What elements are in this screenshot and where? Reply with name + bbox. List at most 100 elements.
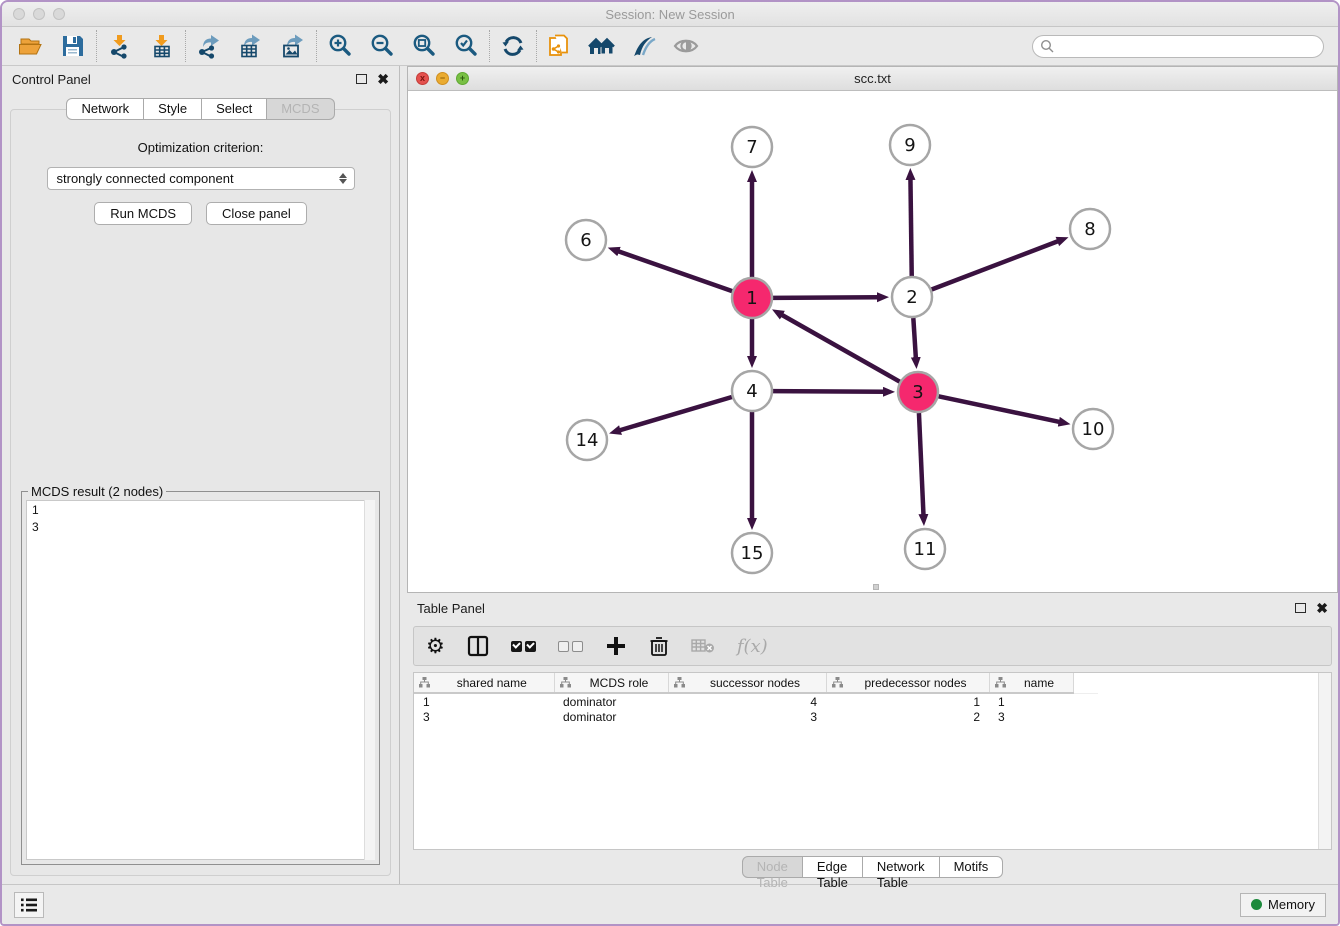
toolbar-separator: [185, 30, 186, 62]
network-close-button[interactable]: x: [416, 72, 429, 85]
export-table-icon[interactable]: [230, 30, 272, 62]
graph-edge-2-8[interactable]: [932, 241, 1060, 290]
cell-predecessor-nodes[interactable]: 1: [826, 693, 989, 709]
column-view-icon[interactable]: [467, 633, 489, 659]
task-history-button[interactable]: [14, 892, 44, 918]
list-icon: [20, 897, 38, 913]
network-canvas[interactable]: 7 9 6 8 1 2 4 3 14 10 15 11: [408, 91, 1337, 592]
mcds-panel: Optimization criterion: strongly connect…: [10, 109, 391, 876]
graph-node-11[interactable]: 11: [905, 529, 945, 569]
graph-node-9[interactable]: 9: [890, 125, 930, 165]
network-maximize-button[interactable]: +: [456, 72, 469, 85]
graph-node-4[interactable]: 4: [732, 371, 772, 411]
search-box[interactable]: [1032, 35, 1324, 58]
table-row[interactable]: 3dominator323: [414, 709, 1098, 725]
close-panel-button[interactable]: Close panel: [206, 202, 307, 225]
memory-button[interactable]: Memory: [1240, 893, 1326, 917]
tab-network[interactable]: Network: [66, 98, 144, 120]
titlebar: Session: New Session: [2, 2, 1338, 27]
search-input[interactable]: [1058, 39, 1323, 53]
node-table-area: shared nameMCDS rolesuccessor nodesprede…: [413, 672, 1332, 850]
graph-edge-3-1[interactable]: [781, 314, 900, 381]
close-table-panel-icon[interactable]: ✖: [1316, 601, 1328, 615]
column-header-successor-nodes[interactable]: successor nodes: [668, 673, 826, 693]
run-mcds-button[interactable]: Run MCDS: [94, 202, 192, 225]
cell-successor-nodes[interactable]: 3: [668, 709, 826, 725]
graph-edge-3-11[interactable]: [919, 413, 924, 516]
network-graph[interactable]: 7 9 6 8 1 2 4 3 14 10 15 11: [408, 91, 1340, 592]
zoom-fit-icon[interactable]: [403, 30, 445, 62]
graph-node-7[interactable]: 7: [732, 127, 772, 167]
add-column-icon[interactable]: [605, 633, 627, 659]
graph-node-8[interactable]: 8: [1070, 209, 1110, 249]
mcds-result-scrollbar[interactable]: [364, 500, 375, 860]
svg-text:15: 15: [741, 543, 764, 564]
cell-successor-nodes[interactable]: 4: [668, 693, 826, 709]
node-table: shared nameMCDS rolesuccessor nodesprede…: [414, 673, 1098, 725]
zoom-in-icon[interactable]: [319, 30, 361, 62]
column-header-name[interactable]: name: [989, 673, 1073, 693]
graph-node-1[interactable]: 1: [732, 278, 772, 318]
graph-node-14[interactable]: 14: [567, 420, 607, 460]
zoom-out-icon[interactable]: [361, 30, 403, 62]
clone-network-icon[interactable]: [539, 30, 581, 62]
export-network-icon[interactable]: [188, 30, 230, 62]
float-panel-icon[interactable]: [356, 74, 367, 84]
cell-name[interactable]: 3: [989, 709, 1073, 725]
graph-edge-1-2[interactable]: [773, 297, 879, 298]
select-all-icon[interactable]: [511, 633, 536, 659]
cell-name[interactable]: 1: [989, 693, 1073, 709]
tab-mcds[interactable]: MCDS: [267, 98, 334, 120]
criterion-select[interactable]: strongly connected component: [47, 167, 355, 190]
cell-shared-name[interactable]: 1: [414, 693, 554, 709]
tab-style[interactable]: Style: [144, 98, 202, 120]
table-panel: Table Panel ✖ ⚙: [400, 595, 1338, 884]
deselect-all-icon[interactable]: [558, 633, 583, 659]
import-network-icon[interactable]: [99, 30, 141, 62]
graph-node-3[interactable]: 3: [898, 372, 938, 412]
graph-edge-2-9[interactable]: [910, 178, 911, 276]
graph-edge-2-3[interactable]: [913, 318, 916, 359]
graph-node-15[interactable]: 15: [732, 533, 772, 573]
graph-edge-4-14[interactable]: [619, 397, 732, 431]
column-header-predecessor-nodes[interactable]: predecessor nodes: [826, 673, 989, 693]
cell-MCDS-role[interactable]: dominator: [554, 709, 668, 725]
network-view-titlebar: scc.txt x − +: [408, 67, 1337, 91]
tab-network-table[interactable]: Network Table: [863, 856, 940, 878]
delete-icon[interactable]: [649, 633, 669, 659]
cell-shared-name[interactable]: 3: [414, 709, 554, 725]
save-session-icon[interactable]: [52, 30, 94, 62]
graph-edge-1-6[interactable]: [617, 251, 732, 291]
gear-icon[interactable]: ⚙: [426, 633, 445, 659]
import-table-icon[interactable]: [141, 30, 183, 62]
network-minimize-button[interactable]: −: [436, 72, 449, 85]
canvas-splitter-grip[interactable]: [873, 584, 879, 590]
column-header-shared-name[interactable]: shared name: [414, 673, 554, 693]
table-row[interactable]: 1dominator411: [414, 693, 1098, 709]
graph-edge-4-3[interactable]: [773, 391, 885, 392]
column-header-MCDS-role[interactable]: MCDS role: [554, 673, 668, 693]
zoom-selected-icon[interactable]: [445, 30, 487, 62]
table-scrollbar[interactable]: [1318, 673, 1331, 849]
export-image-icon[interactable]: [272, 30, 314, 62]
cell-MCDS-role[interactable]: dominator: [554, 693, 668, 709]
brush-icon[interactable]: [623, 30, 665, 62]
table-toolbar: ⚙: [413, 626, 1332, 666]
function-builder-icon: f(x): [737, 633, 768, 659]
refresh-icon[interactable]: [492, 30, 534, 62]
float-table-panel-icon[interactable]: [1295, 603, 1306, 613]
graph-node-10[interactable]: 10: [1073, 409, 1113, 449]
tab-select[interactable]: Select: [202, 98, 267, 120]
graph-node-6[interactable]: 6: [566, 220, 606, 260]
graph-edge-3-10[interactable]: [939, 396, 1061, 422]
tab-motifs[interactable]: Motifs: [940, 856, 1004, 878]
mcds-result-text[interactable]: 1 3: [26, 500, 375, 860]
tab-node-table[interactable]: Node Table: [742, 856, 803, 878]
houses-icon[interactable]: [581, 30, 623, 62]
open-session-icon[interactable]: [10, 30, 52, 62]
close-panel-icon[interactable]: ✖: [377, 72, 389, 86]
tab-edge-table[interactable]: Edge Table: [803, 856, 863, 878]
main-toolbar: [2, 27, 1338, 66]
graph-node-2[interactable]: 2: [892, 277, 932, 317]
cell-predecessor-nodes[interactable]: 2: [826, 709, 989, 725]
